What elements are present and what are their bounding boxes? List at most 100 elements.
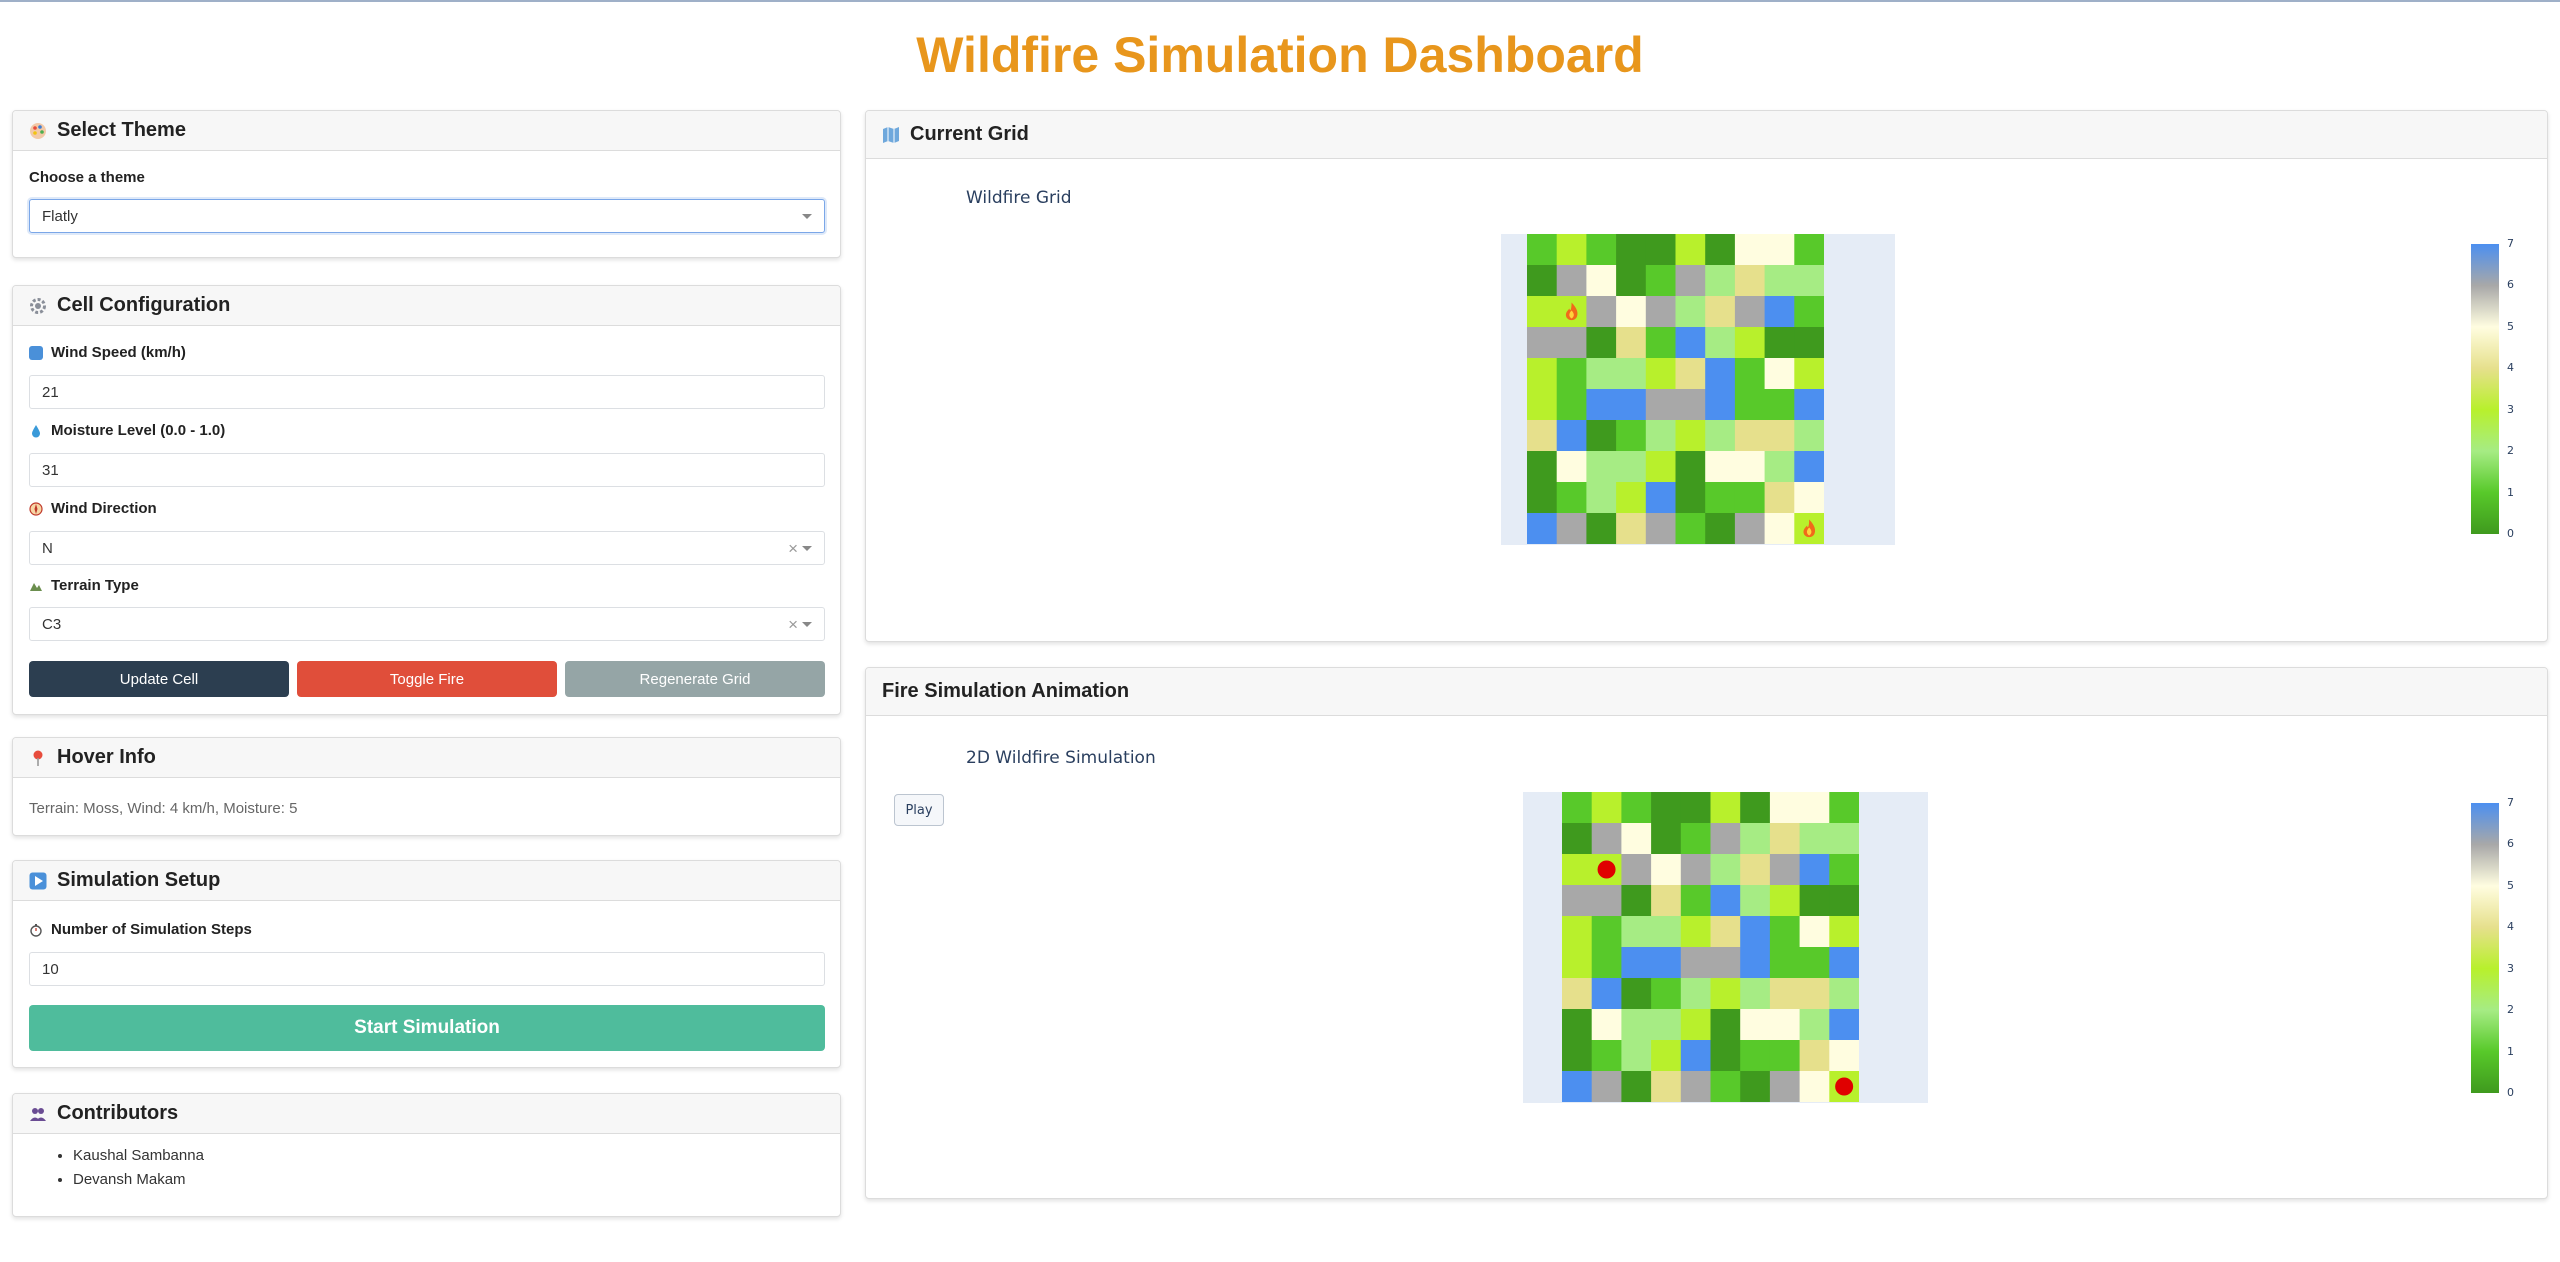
- heatmap-cell[interactable]: [1710, 823, 1741, 855]
- start-simulation-button[interactable]: Start Simulation: [29, 1005, 825, 1051]
- heatmap-cell[interactable]: [1675, 420, 1706, 452]
- heatmap-cell[interactable]: [1705, 265, 1736, 297]
- heatmap-cell[interactable]: [1651, 916, 1682, 948]
- theme-select[interactable]: Flatly: [29, 199, 825, 233]
- heatmap-cell[interactable]: [1829, 885, 1859, 917]
- heatmap-cell[interactable]: [1527, 451, 1558, 483]
- heatmap-cell[interactable]: [1769, 885, 1801, 917]
- heatmap-cell[interactable]: [1556, 513, 1587, 544]
- animation-grid-heatmap[interactable]: [1562, 792, 1859, 1102]
- heatmap-cell[interactable]: [1562, 916, 1593, 948]
- heatmap-cell[interactable]: [1705, 482, 1736, 514]
- heatmap-cell[interactable]: [1799, 978, 1830, 1010]
- heatmap-cell[interactable]: [1705, 358, 1736, 390]
- heatmap-cell[interactable]: [1680, 1009, 1711, 1041]
- heatmap-cell[interactable]: [1675, 513, 1706, 544]
- heatmap-cell[interactable]: [1794, 327, 1824, 359]
- heatmap-cell[interactable]: [1586, 358, 1617, 390]
- heatmap-cell[interactable]: [1829, 854, 1859, 886]
- heatmap-cell[interactable]: [1705, 327, 1736, 359]
- heatmap-cell[interactable]: [1675, 451, 1706, 483]
- heatmap-cell[interactable]: [1734, 358, 1766, 390]
- heatmap-cell[interactable]: [1829, 916, 1859, 948]
- heatmap-cell[interactable]: [1794, 482, 1824, 514]
- heatmap-cell[interactable]: [1680, 823, 1711, 855]
- heatmap-cell[interactable]: [1740, 1009, 1771, 1041]
- heatmap-cell[interactable]: [1740, 885, 1771, 917]
- heatmap-cell[interactable]: [1591, 885, 1622, 917]
- regenerate-grid-button[interactable]: Regenerate Grid: [565, 661, 825, 697]
- heatmap-cell[interactable]: [1621, 916, 1652, 948]
- heatmap-cell[interactable]: [1769, 947, 1801, 979]
- heatmap-cell[interactable]: [1829, 1040, 1859, 1072]
- update-cell-button[interactable]: Update Cell: [29, 661, 289, 697]
- heatmap-cell[interactable]: [1680, 947, 1711, 979]
- heatmap-cell[interactable]: [1710, 947, 1741, 979]
- heatmap-cell[interactable]: [1799, 854, 1830, 886]
- heatmap-cell[interactable]: [1651, 978, 1682, 1010]
- wind-speed-input[interactable]: 21: [29, 375, 825, 409]
- heatmap-cell[interactable]: [1591, 792, 1622, 824]
- heatmap-cell[interactable]: [1562, 854, 1593, 886]
- heatmap-cell[interactable]: [1734, 296, 1766, 328]
- heatmap-cell[interactable]: [1645, 451, 1676, 483]
- heatmap-cell[interactable]: [1829, 823, 1859, 855]
- heatmap-cell[interactable]: [1769, 854, 1801, 886]
- heatmap-cell[interactable]: [1645, 513, 1676, 544]
- heatmap-cell[interactable]: [1764, 451, 1795, 483]
- heatmap-cell[interactable]: [1734, 234, 1766, 266]
- heatmap-cell[interactable]: [1591, 1040, 1622, 1072]
- heatmap-cell[interactable]: [1740, 978, 1771, 1010]
- heatmap-cell[interactable]: [1769, 823, 1801, 855]
- heatmap-cell[interactable]: [1621, 792, 1652, 824]
- heatmap-cell[interactable]: [1527, 327, 1558, 359]
- heatmap-cell[interactable]: [1799, 885, 1830, 917]
- heatmap-cell[interactable]: [1621, 1071, 1652, 1102]
- heatmap-cell[interactable]: [1769, 1009, 1801, 1041]
- heatmap-cell[interactable]: [1651, 1071, 1682, 1102]
- heatmap-cell[interactable]: [1586, 420, 1617, 452]
- heatmap-cell[interactable]: [1556, 265, 1587, 297]
- heatmap-cell[interactable]: [1794, 358, 1824, 390]
- heatmap-cell[interactable]: [1680, 1071, 1711, 1102]
- heatmap-cell[interactable]: [1651, 947, 1682, 979]
- heatmap-cell[interactable]: [1556, 358, 1587, 390]
- heatmap-cell[interactable]: [1651, 823, 1682, 855]
- heatmap-cell[interactable]: [1591, 947, 1622, 979]
- heatmap-cell[interactable]: [1586, 234, 1617, 266]
- heatmap-cell[interactable]: [1616, 296, 1647, 328]
- heatmap-cell[interactable]: [1769, 916, 1801, 948]
- heatmap-cell[interactable]: [1616, 513, 1647, 544]
- heatmap-cell[interactable]: [1616, 420, 1647, 452]
- heatmap-cell[interactable]: [1675, 327, 1706, 359]
- heatmap-cell[interactable]: [1675, 296, 1706, 328]
- heatmap-cell[interactable]: [1556, 451, 1587, 483]
- heatmap-cell[interactable]: [1645, 327, 1676, 359]
- heatmap-cell[interactable]: [1591, 1009, 1622, 1041]
- heatmap-cell[interactable]: [1562, 947, 1593, 979]
- steps-input[interactable]: 10: [29, 952, 825, 986]
- heatmap-cell[interactable]: [1705, 451, 1736, 483]
- heatmap-cell[interactable]: [1645, 234, 1676, 266]
- heatmap-cell[interactable]: [1527, 296, 1558, 328]
- heatmap-cell[interactable]: [1829, 1009, 1859, 1041]
- heatmap-cell[interactable]: [1527, 482, 1558, 514]
- heatmap-cell[interactable]: [1651, 885, 1682, 917]
- heatmap-cell[interactable]: [1764, 327, 1795, 359]
- heatmap-cell[interactable]: [1645, 389, 1676, 421]
- heatmap-cell[interactable]: [1562, 792, 1593, 824]
- play-button[interactable]: Play: [894, 794, 944, 826]
- heatmap-cell[interactable]: [1705, 389, 1736, 421]
- heatmap-cell[interactable]: [1621, 823, 1652, 855]
- heatmap-cell[interactable]: [1621, 978, 1652, 1010]
- heatmap-cell[interactable]: [1794, 420, 1824, 452]
- heatmap-cell[interactable]: [1799, 1040, 1830, 1072]
- heatmap-cell[interactable]: [1562, 885, 1593, 917]
- heatmap-cell[interactable]: [1734, 420, 1766, 452]
- heatmap-cell[interactable]: [1675, 482, 1706, 514]
- heatmap-cell[interactable]: [1645, 358, 1676, 390]
- heatmap-cell[interactable]: [1562, 823, 1593, 855]
- heatmap-cell[interactable]: [1734, 513, 1766, 544]
- heatmap-cell[interactable]: [1734, 265, 1766, 297]
- heatmap-cell[interactable]: [1621, 1009, 1652, 1041]
